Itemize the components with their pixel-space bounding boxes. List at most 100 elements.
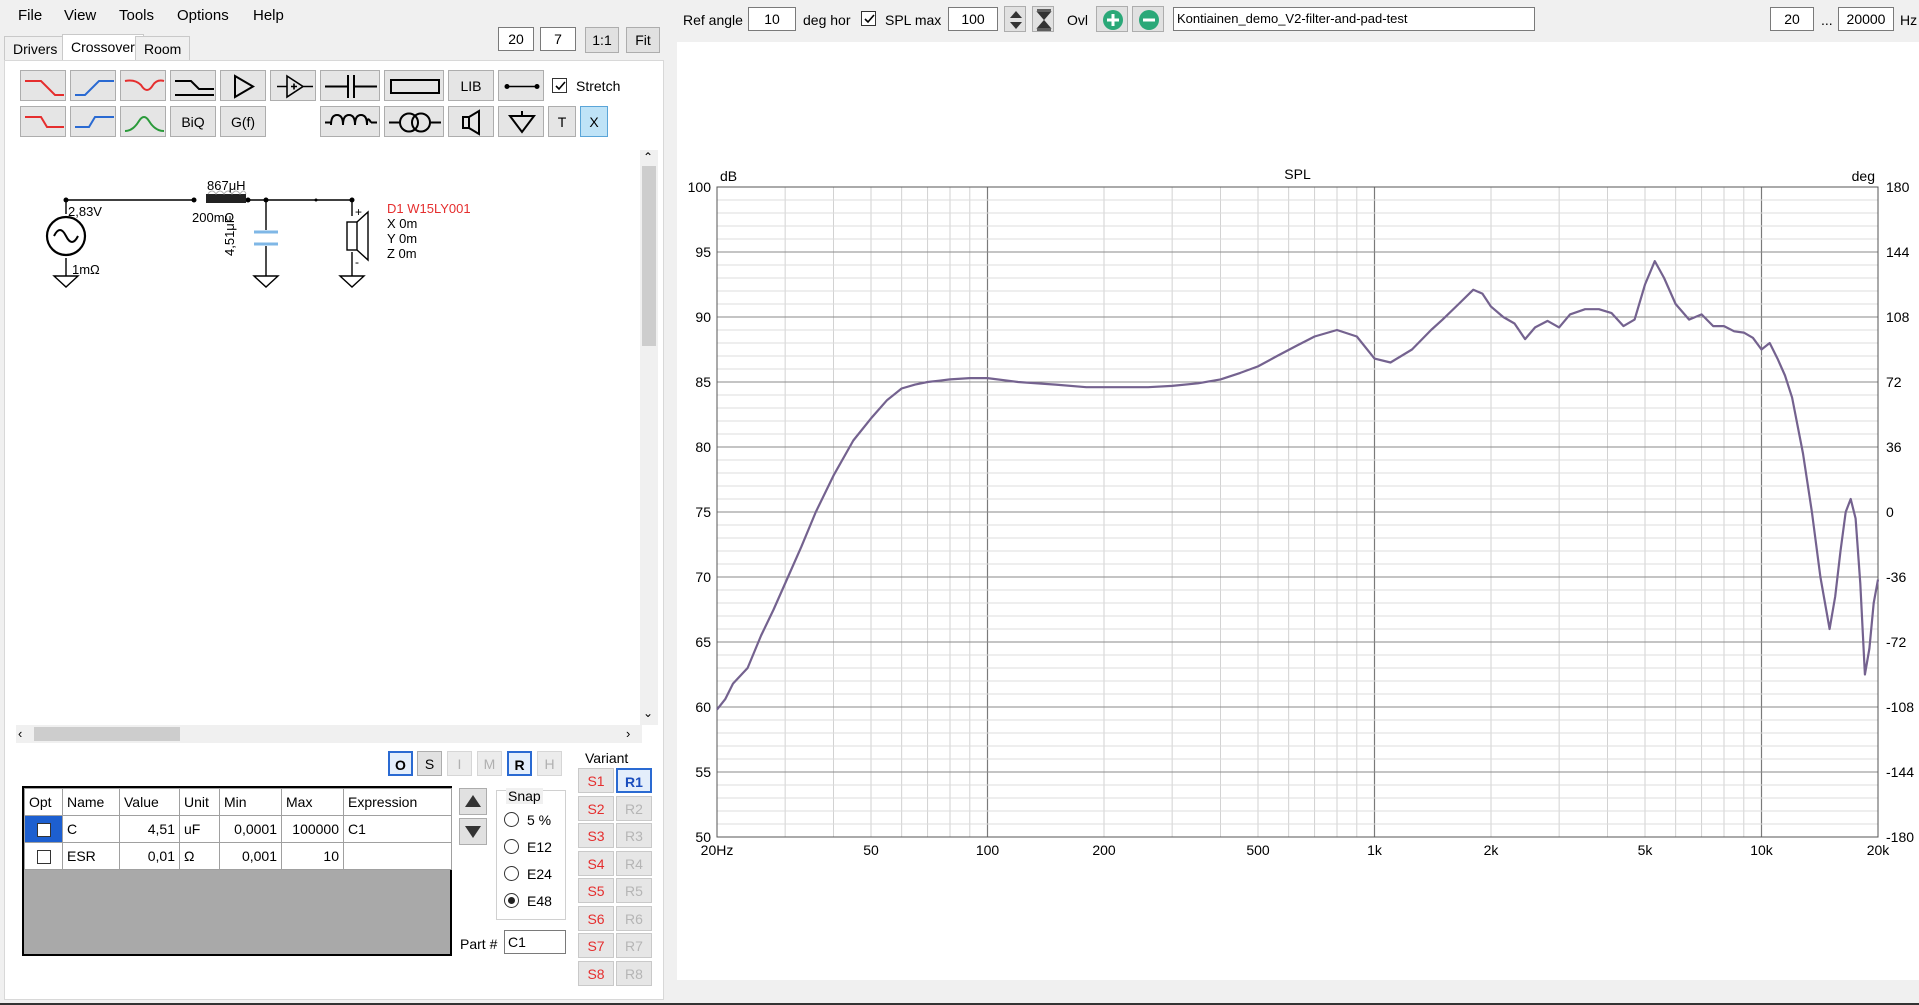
highpass-blue-button[interactable] (70, 70, 116, 101)
min-cell[interactable]: 0,0001 (219, 815, 282, 843)
capacitor-button[interactable] (320, 70, 380, 101)
variant-r2-button[interactable]: R2 (616, 796, 652, 821)
variant-r7-button[interactable]: R7 (616, 933, 652, 958)
menu-help[interactable]: Help (253, 7, 284, 24)
scroll-left-icon[interactable]: ‹ (18, 726, 22, 741)
mode-h-button[interactable]: H (537, 751, 562, 776)
lowpass-red-button[interactable] (20, 70, 66, 101)
variant-s7-button[interactable]: S7 (578, 933, 614, 958)
menu-options[interactable]: Options (177, 7, 229, 24)
freq-min-field[interactable]: 20 (1770, 7, 1814, 31)
resistor-button[interactable] (384, 70, 444, 101)
variant-r8-button[interactable]: R8 (616, 961, 652, 986)
mode-s-button[interactable]: S (417, 751, 442, 776)
mode-i-button[interactable]: I (447, 751, 472, 776)
spl-max-field[interactable]: 100 (948, 7, 998, 31)
tab-room[interactable]: Room (135, 36, 191, 60)
notch-red-button[interactable] (120, 70, 166, 101)
speaker-button[interactable] (448, 106, 494, 137)
shelf-button[interactable] (170, 70, 216, 101)
wire-button[interactable] (498, 70, 544, 101)
variant-s3-button[interactable]: S3 (578, 823, 614, 848)
variant-label: Variant (585, 750, 629, 766)
variant-s2-button[interactable]: S2 (578, 796, 614, 821)
tab-crossover[interactable]: Crossover (62, 34, 144, 61)
variant-r5-button[interactable]: R5 (616, 878, 652, 903)
max-cell[interactable]: 100000 (281, 815, 344, 843)
table-row[interactable]: ESR 0,01 Ω 0,001 10 (24, 842, 452, 870)
opt-cell[interactable] (24, 842, 63, 870)
ground-button[interactable] (498, 106, 544, 137)
part-number-field[interactable]: C1 (504, 930, 566, 954)
mode-o-button[interactable]: O (388, 751, 413, 776)
variant-s6-button[interactable]: S6 (578, 906, 614, 931)
freq-max-field[interactable]: 20000 (1838, 7, 1894, 31)
menu-tools[interactable]: Tools (119, 7, 154, 24)
opt-cell[interactable] (24, 815, 63, 843)
zoom-fit-button[interactable]: Fit (626, 27, 660, 53)
move-up-button[interactable] (459, 788, 487, 815)
value-cell[interactable]: 4,51 (119, 815, 180, 843)
snap-e12-radio[interactable] (504, 839, 519, 854)
scroll-down-icon[interactable]: ⌄ (643, 706, 653, 720)
wire-icon (504, 84, 540, 89)
opt-checkbox[interactable] (36, 823, 51, 838)
max-cell[interactable]: 10 (281, 842, 344, 870)
delete-x-button[interactable]: X (580, 106, 608, 137)
menu-view[interactable]: View (64, 7, 96, 24)
variant-r6-button[interactable]: R6 (616, 906, 652, 931)
move-down-button[interactable] (459, 818, 487, 845)
menu-file[interactable]: File (18, 7, 42, 24)
snap-5pct-radio[interactable] (504, 812, 519, 827)
stretch-checkbox[interactable] (552, 78, 567, 93)
library-button[interactable]: LIB (448, 70, 494, 101)
snap-e24-radio[interactable] (504, 866, 519, 881)
tab-drivers[interactable]: Drivers (4, 36, 67, 60)
expression-cell[interactable]: C1 (343, 815, 452, 843)
overlay-remove-button[interactable] (1132, 6, 1164, 32)
inductor-button[interactable] (320, 106, 380, 137)
table-row[interactable]: C 4,51 uF 0,0001 100000 C1 (24, 815, 452, 843)
variant-r3-button[interactable]: R3 (616, 823, 652, 848)
plot-panel[interactable]: SPL dB deg 100 95 90 85 80 75 70 65 60 55 50 180 144 108… (677, 42, 1919, 980)
schematic-vertical-scrollbar[interactable]: ⌃ ⌄ (640, 150, 658, 725)
mode-m-button[interactable]: M (477, 751, 502, 776)
buffer-button[interactable] (220, 70, 266, 101)
bandpass-green-button[interactable] (120, 106, 166, 137)
snap-e48-radio[interactable] (504, 893, 519, 908)
lowpass2-red-button[interactable] (20, 106, 66, 137)
text-button[interactable]: T (548, 106, 576, 137)
zoom-x-field[interactable]: 20 (498, 27, 534, 51)
overlay-add-button[interactable] (1096, 6, 1128, 32)
highpass2-blue-button[interactable] (70, 106, 116, 137)
variant-s8-button[interactable]: S8 (578, 961, 614, 986)
transfer-function-button[interactable]: G(f) (220, 106, 266, 137)
min-cell[interactable]: 0,001 (219, 842, 282, 870)
scroll-thumb[interactable] (642, 166, 656, 346)
amplifier-button[interactable] (270, 70, 316, 101)
project-name-field[interactable]: Kontiainen_demo_V2-filter-and-pad-test (1173, 7, 1535, 31)
schematic-horizontal-scrollbar[interactable]: ‹ › (16, 725, 642, 743)
opt-checkbox[interactable] (36, 850, 51, 865)
variant-s5-button[interactable]: S5 (578, 878, 614, 903)
schematic-canvas[interactable]: + - 2,83V 1mΩ 867μH 200mΩ 4,51μF D1 W15L… (16, 150, 646, 725)
value-cell[interactable]: 0,01 (119, 842, 180, 870)
scroll-up-icon[interactable]: ⌃ (643, 150, 653, 164)
variant-s1-button[interactable]: S1 (578, 768, 614, 793)
spl-max-auto-button[interactable] (1032, 6, 1054, 32)
ref-angle-field[interactable]: 10 (748, 7, 796, 31)
deg-hor-label: deg hor (803, 12, 851, 28)
scroll-thumb-h[interactable] (34, 727, 180, 741)
spl-max-spinner[interactable] (1004, 6, 1026, 32)
variant-r4-button[interactable]: R4 (616, 851, 652, 876)
expression-cell[interactable] (343, 842, 452, 870)
zoom-y-field[interactable]: 7 (540, 27, 576, 51)
variant-s4-button[interactable]: S4 (578, 851, 614, 876)
spl-max-checkbox[interactable] (861, 11, 876, 26)
scroll-right-icon[interactable]: › (626, 726, 630, 741)
mode-r-button[interactable]: R (507, 751, 532, 776)
transformer-button[interactable] (384, 106, 444, 137)
biquad-button[interactable]: BiQ (170, 106, 216, 137)
variant-r1-button[interactable]: R1 (616, 768, 652, 793)
zoom-1to1-button[interactable]: 1:1 (585, 27, 619, 53)
